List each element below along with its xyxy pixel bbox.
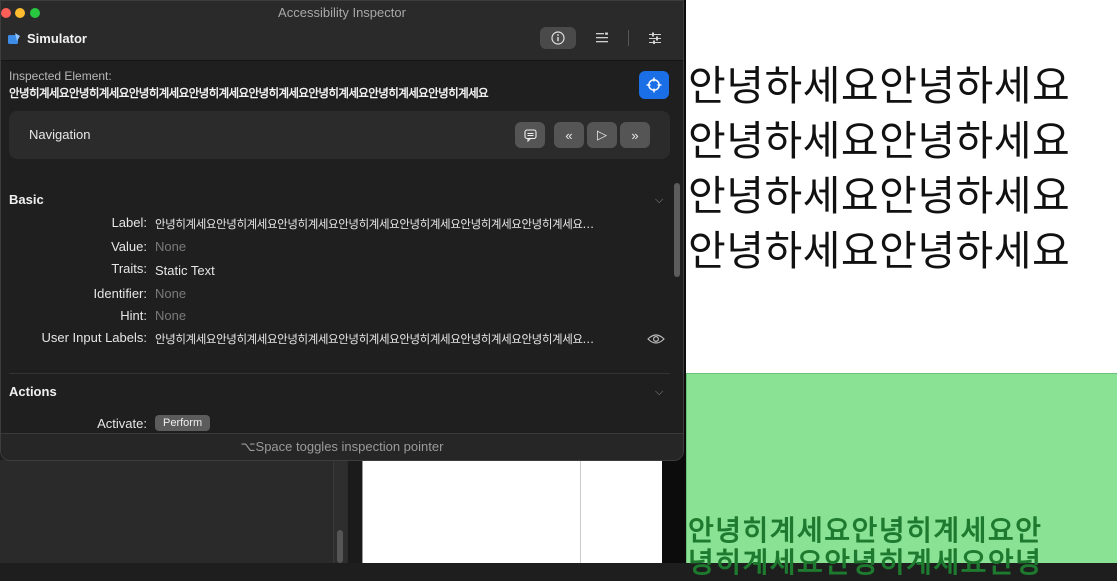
accessibility-inspector-window: Accessibility Inspector Simulator Inspec…: [0, 0, 684, 461]
label-row-label: Label:: [111, 215, 147, 230]
inspector-scroll-thumb[interactable]: [674, 183, 680, 277]
basic-section-title[interactable]: Basic: [9, 192, 44, 207]
identifier-row: Identifier: None: [1, 286, 641, 304]
next-icon: »: [631, 127, 639, 143]
toolbar-separator: [628, 30, 629, 46]
sliders-icon: [649, 32, 661, 44]
user-input-labels-row: User Input Labels: 안녕히계세요안녕히계세요안녕히계세요안녕히…: [1, 330, 641, 348]
activate-row: Activate:: [1, 416, 641, 434]
target-name: Simulator: [27, 31, 87, 46]
navigation-label: Navigation: [29, 127, 91, 142]
navigation-card: Navigation « ▷ »: [9, 111, 670, 159]
greeting-text-line[interactable]: 안녕하세요안녕하세요: [688, 52, 1070, 112]
traits-row-value: Static Text: [155, 263, 215, 278]
value-row: Value: None: [1, 239, 641, 257]
speak-button[interactable]: [515, 122, 545, 148]
inspected-element-value: 안녕히계세요안녕히계세요안녕히계세요안녕히계세요안녕히계세요안녕히계세요안녕히계…: [9, 86, 489, 100]
user-input-labels-row-value: 안녕히계세요안녕히계세요안녕히계세요안녕히계세요안녕히계세요안녕히계세요안녕히계…: [155, 332, 594, 346]
target-chooser[interactable]: Simulator: [7, 31, 87, 46]
traits-row: Traits: Static Text: [1, 261, 641, 279]
user-input-labels-row-label: User Input Labels:: [41, 330, 147, 345]
greeting-text-line[interactable]: 안녕하세요안녕하세요: [688, 107, 1070, 167]
chevron-down-icon[interactable]: ⌵: [655, 386, 663, 399]
background-sidebar: [0, 460, 348, 563]
eye-icon[interactable]: [647, 333, 665, 345]
greeting-text-line[interactable]: 안녕하세요안녕하세요: [688, 162, 1070, 222]
inspected-element-panel: Inspected Element: 안녕히계세요안녕히계세요안녕히계세요안녕히…: [9, 69, 673, 101]
hint-row: Hint: None: [1, 308, 641, 326]
inspection-tab-button[interactable]: [540, 27, 576, 49]
window-title: Accessibility Inspector: [278, 5, 406, 20]
value-row-value: None: [155, 239, 187, 254]
section-divider: [9, 373, 670, 374]
inspection-pointer-button[interactable]: [639, 71, 669, 99]
audit-tab-button[interactable]: [584, 27, 620, 49]
chevron-down-icon[interactable]: ⌵: [655, 194, 663, 207]
traits-row-label: Traits:: [111, 261, 147, 276]
auto-navigate-button[interactable]: ▷: [587, 122, 617, 148]
farewell-text-line[interactable]: 녕히계세요안녕히계세요안녕: [688, 541, 1042, 581]
previous-icon: «: [565, 127, 573, 143]
value-row-label: Value:: [111, 239, 147, 254]
label-row-value: 안녕히계세요안녕히계세요안녕히계세요안녕히계세요안녕히계세요안녕히계세요안녕히계…: [155, 217, 594, 231]
background-divider: [348, 460, 362, 563]
background-canvas: [362, 460, 580, 563]
crosshair-icon: [646, 77, 662, 93]
next-element-button[interactable]: »: [620, 122, 650, 148]
inspected-element-label: Inspected Element:: [9, 69, 112, 83]
title-bar[interactable]: Accessibility Inspector Simulator: [1, 1, 683, 61]
previous-element-button[interactable]: «: [554, 122, 584, 148]
perform-button[interactable]: Perform: [155, 415, 211, 431]
speech-icon: [523, 128, 537, 142]
info-icon: [551, 31, 565, 45]
activate-row-label: Activate:: [97, 416, 147, 431]
simulator-icon: [8, 32, 20, 44]
background-scroll-thumb[interactable]: [337, 530, 343, 563]
identifier-row-label: Identifier:: [93, 286, 147, 301]
label-row: Label: 안녕히계세요안녕히계세요안녕히계세요안녕히계세요안녕히계세요안녕히…: [1, 215, 641, 233]
actions-section-title[interactable]: Actions: [9, 384, 57, 399]
play-icon: ▷: [597, 127, 607, 142]
inspector-toolbar: [540, 27, 673, 49]
settings-tab-button[interactable]: [637, 27, 673, 49]
greeting-text-line[interactable]: 안녕하세요안녕하세요: [688, 217, 1070, 277]
status-footer: ⌥Space toggles inspection pointer: [1, 433, 683, 460]
hint-row-label: Hint:: [120, 308, 147, 323]
background-canvas-secondary: [580, 460, 662, 563]
identifier-row-value: None: [155, 286, 187, 301]
hint-row-value: None: [155, 308, 187, 323]
list-icon: [596, 32, 608, 43]
